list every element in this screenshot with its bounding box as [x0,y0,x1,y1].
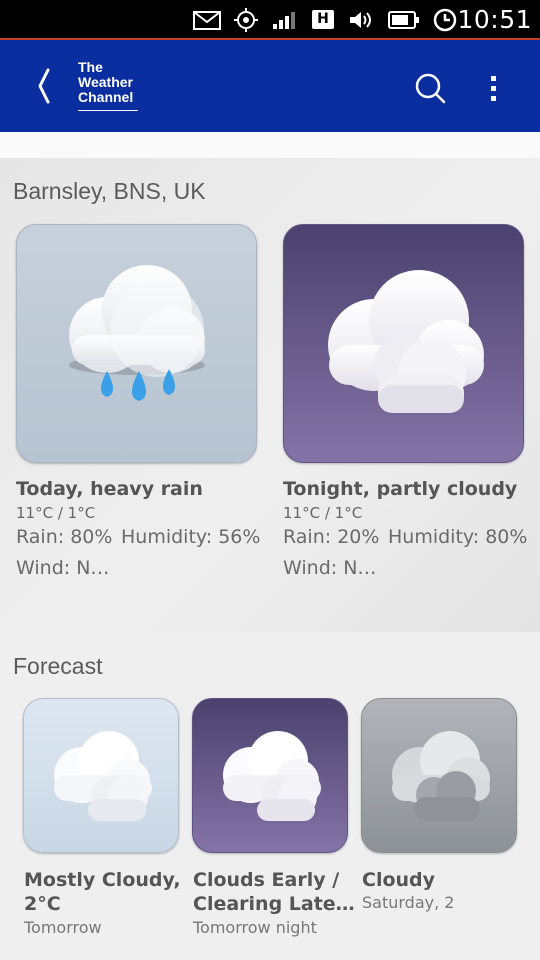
forecast-sub-tomorrow-night: Tomorrow night [193,918,317,937]
forecast-tile-saturday[interactable] [361,698,517,853]
today-weather-tile[interactable] [16,224,257,463]
today-wind: Wind: N… [16,557,110,579]
today-summary: Today, heavy rain [16,478,203,500]
mostly-cloudy-icon [54,731,152,821]
hspa-icon: H [312,10,334,29]
alarm-icon [433,8,457,32]
location-target-icon [234,8,258,32]
battery-icon [388,11,419,29]
forecast-title: Forecast [13,653,103,679]
forecast-tile-tomorrow[interactable] [23,698,179,853]
partly-cloudy-night-icon [328,270,484,413]
search-icon[interactable] [412,70,448,106]
clock: 10:51 [457,5,532,34]
forecast-title-tomorrow: Mostly Cloudy, 2°C [24,869,181,915]
tonight-weather-tile[interactable] [283,224,524,463]
forecast-section: Forecast Mostly Cloudy, 2°C Tomorrow Clo… [0,632,540,960]
overflow-menu-icon[interactable] [480,72,508,108]
tonight-summary: Tonight, partly cloudy [283,478,518,500]
today-rain: Rain: 80% [16,526,113,548]
tonight-wind: Wind: N… [283,557,377,579]
app-header: The Weather Channel [0,40,540,132]
volume-icon [350,12,371,28]
forecast-tile-tomorrow-night[interactable] [192,698,348,853]
cloudy-icon [392,731,490,821]
back-icon[interactable] [28,66,64,106]
forecast-title-saturday: Cloudy [362,869,436,891]
status-bar: H 10:51 [0,0,540,40]
weather-channel-logo: The Weather Channel [78,60,138,111]
forecast-sub-saturday: Saturday, 2 [362,893,455,912]
tonight-rain: Rain: 20% [283,526,380,548]
current-location-section: Barnsley, BNS, UK Today, heavy rain 11°C… [0,158,540,632]
signal-icon [273,12,295,29]
location-title: Barnsley, BNS, UK [13,178,206,204]
tonight-temp: 11°C / 1°C [283,504,363,522]
clouds-clearing-icon [223,731,321,821]
today-humidity: Humidity: 56% [121,526,261,548]
tonight-humidity: Humidity: 80% [388,526,528,548]
forecast-title-tomorrow-night: Clouds Early / Clearing Late… [193,869,355,915]
today-temp: 11°C / 1°C [16,504,96,522]
header-divider [0,132,540,158]
forecast-sub-tomorrow: Tomorrow [24,918,102,937]
heavy-rain-icon [69,265,205,401]
mail-icon [193,11,221,30]
